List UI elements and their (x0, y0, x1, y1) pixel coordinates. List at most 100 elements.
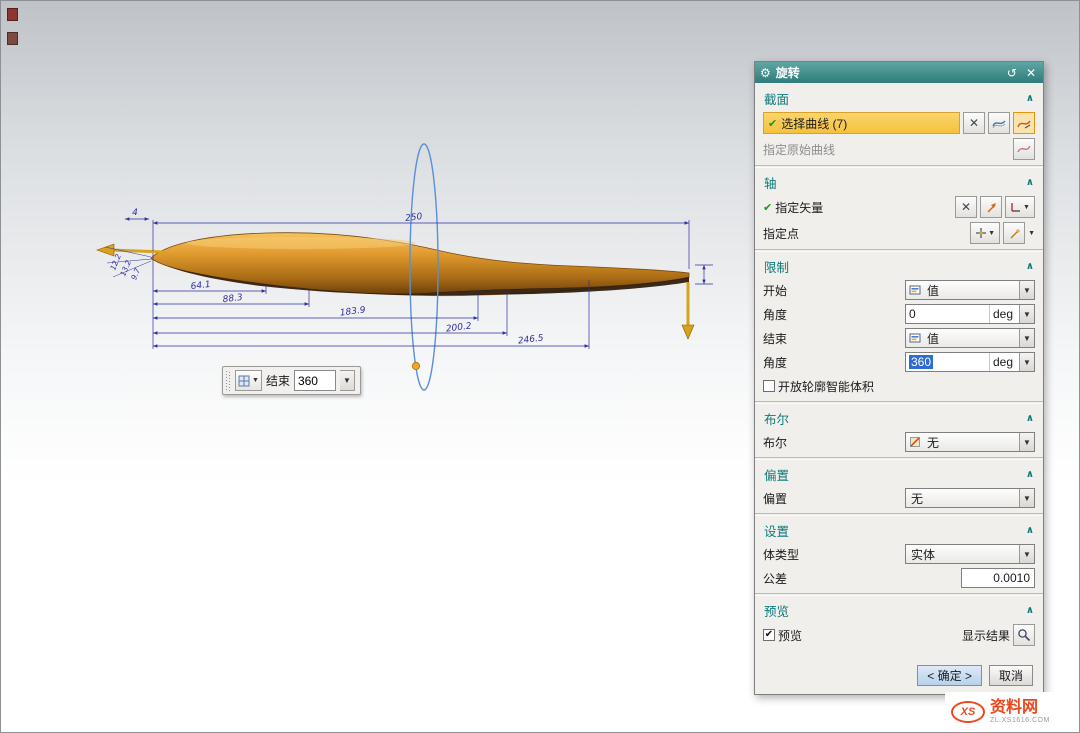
chevron-up-icon[interactable]: ∧ (1026, 469, 1034, 480)
chevron-down-icon[interactable]: ▼ (1019, 545, 1034, 563)
chevron-down-icon: ▼ (988, 230, 995, 237)
dialog-title: 旋转 (776, 64, 800, 81)
origin-curve-button[interactable] (1013, 138, 1035, 160)
point-dialog-dropdown[interactable]: ▼ (970, 222, 1000, 244)
section-header-preview[interactable]: 预览 ∧ (755, 597, 1043, 622)
chevron-up-icon[interactable]: ∧ (1026, 261, 1034, 272)
gear-icon: ⚙ (760, 66, 771, 80)
separator (755, 457, 1043, 460)
chevron-down-icon[interactable]: ▼ (1019, 433, 1034, 451)
separator (755, 401, 1043, 404)
dim-label-4: 4 (132, 208, 138, 218)
dim-label-64-1: 64.1 (190, 280, 211, 292)
dim-label-246-5: 246.5 (517, 333, 544, 346)
onscreen-input-toolbar[interactable]: ▼ 结束 ▼ (222, 366, 361, 395)
curves-icon (992, 117, 1006, 129)
chevron-down-icon[interactable]: ▼ (1019, 305, 1034, 323)
specify-vector-label[interactable]: 指定矢量 (775, 199, 823, 216)
specify-point-label[interactable]: 指定点 (763, 225, 799, 242)
chevron-down-icon[interactable]: ▼ (1019, 353, 1034, 371)
offset-dropdown[interactable]: 无 ▼ (905, 488, 1035, 508)
body-type-dropdown[interactable]: 实体 ▼ (905, 544, 1035, 564)
start-angle-label: 角度 (763, 306, 787, 323)
section-header-limit[interactable]: 限制 ∧ (755, 253, 1043, 278)
origin-curve-icon (1017, 143, 1031, 155)
point-options-caret[interactable]: ▼ (1028, 230, 1035, 237)
limit-type-dropdown[interactable]: ▼ (235, 370, 262, 391)
end-type-dropdown[interactable]: 值 ▼ (905, 328, 1035, 348)
watermark: XS 资料网 ZL.XS1616.COM (945, 692, 1079, 732)
deselect-button[interactable]: ✕ (963, 112, 985, 134)
start-angle-value[interactable]: 0 (906, 305, 989, 323)
body-type-label: 体类型 (763, 546, 799, 563)
end-angle-label: 角度 (763, 354, 787, 371)
select-curve-field[interactable]: ✔ 选择曲线 (7) (763, 112, 960, 134)
end-label: 结束 (763, 330, 787, 347)
limit-type-icon (238, 375, 250, 387)
tolerance-value: 0.0010 (993, 571, 1030, 585)
settings-header-label: 设置 (764, 521, 789, 540)
dim-label-250: 250 (405, 212, 424, 224)
watermark-url: ZL.XS1616.COM (990, 717, 1050, 725)
axis-header-label: 轴 (764, 173, 777, 192)
viewport-marker-icon (7, 8, 18, 21)
boolean-none-icon (909, 436, 921, 448)
section-header-section[interactable]: 截面 ∧ (755, 85, 1043, 110)
chevron-down-icon: ▼ (1023, 204, 1030, 211)
specify-origin-curve-label[interactable]: 指定原始曲线 (763, 141, 835, 158)
dialog-titlebar[interactable]: ⚙ 旋转 ↺ ✕ (755, 62, 1043, 83)
chevron-up-icon[interactable]: ∧ (1026, 177, 1034, 188)
vector-type-dropdown[interactable]: ▼ (1005, 196, 1035, 218)
show-result-label: 显示结果 (962, 627, 1010, 644)
chevron-down-icon[interactable]: ▼ (1019, 281, 1034, 299)
chevron-down-icon[interactable]: ▼ (1019, 489, 1034, 507)
chevron-up-icon[interactable]: ∧ (1026, 525, 1034, 536)
chevron-down-icon[interactable]: ▼ (1019, 329, 1034, 347)
end-angle-field[interactable]: 360 deg ▼ (905, 352, 1035, 372)
curve-rule-button[interactable] (988, 112, 1010, 134)
preview-header-label: 预览 (764, 601, 789, 620)
chevron-down-icon: ▼ (252, 377, 259, 384)
start-angle-field[interactable]: 0 deg ▼ (905, 304, 1035, 324)
section-header-settings[interactable]: 设置 ∧ (755, 517, 1043, 542)
section-header-boolean[interactable]: 布尔 ∧ (755, 405, 1043, 430)
curve-select-button[interactable] (1013, 112, 1035, 134)
tolerance-input[interactable]: 0.0010 (961, 568, 1035, 588)
boolean-label: 布尔 (763, 434, 787, 451)
reset-icon[interactable]: ↺ (1005, 67, 1019, 79)
axis-arrow-left[interactable] (97, 244, 164, 256)
show-result-button[interactable] (1013, 624, 1035, 646)
chevron-up-icon[interactable]: ∧ (1026, 93, 1034, 104)
start-type-dropdown[interactable]: 值 ▼ (905, 280, 1035, 300)
end-angle-dropdown[interactable]: ▼ (340, 370, 355, 391)
limit-header-label: 限制 (764, 257, 789, 276)
direction-arrow-down[interactable] (682, 282, 694, 339)
offset-label: 偏置 (763, 490, 787, 507)
close-icon[interactable]: ✕ (1024, 67, 1038, 79)
application-window: 250 4 12.2 13.2 9.7 64.1 88.3 183.9 200.… (0, 0, 1080, 733)
watermark-logo: XS (951, 701, 985, 723)
wand-icon (1008, 227, 1021, 240)
snap-point-button[interactable] (1003, 222, 1025, 244)
open-profile-checkbox[interactable] (763, 380, 775, 392)
tolerance-label: 公差 (763, 570, 787, 587)
start-label: 开始 (763, 282, 787, 299)
dim-label-88-3: 88.3 (222, 293, 243, 305)
end-angle-input[interactable] (294, 370, 336, 391)
section-header-offset[interactable]: 偏置 ∧ (755, 461, 1043, 486)
ok-button[interactable]: < 确定 > (917, 665, 982, 686)
angle-drag-handle[interactable] (412, 362, 419, 369)
cancel-button[interactable]: 取消 (989, 665, 1033, 686)
section-header-axis[interactable]: 轴 ∧ (755, 169, 1043, 194)
preview-checkbox[interactable]: ✔ (763, 629, 775, 641)
vector-dialog-button[interactable] (980, 196, 1002, 218)
drag-handle[interactable] (226, 371, 231, 391)
chevron-up-icon[interactable]: ∧ (1026, 605, 1034, 616)
chevron-up-icon[interactable]: ∧ (1026, 413, 1034, 424)
magnifier-icon (1017, 628, 1031, 642)
boolean-dropdown[interactable]: 无 ▼ (905, 432, 1035, 452)
revolve-dialog: ⚙ 旋转 ↺ ✕ 截面 ∧ ✔ 选择曲线 (7) ✕ (754, 61, 1044, 695)
end-angle-value[interactable]: 360 (909, 355, 933, 369)
value-option-icon (909, 284, 921, 296)
vector-deselect-button[interactable]: ✕ (955, 196, 977, 218)
